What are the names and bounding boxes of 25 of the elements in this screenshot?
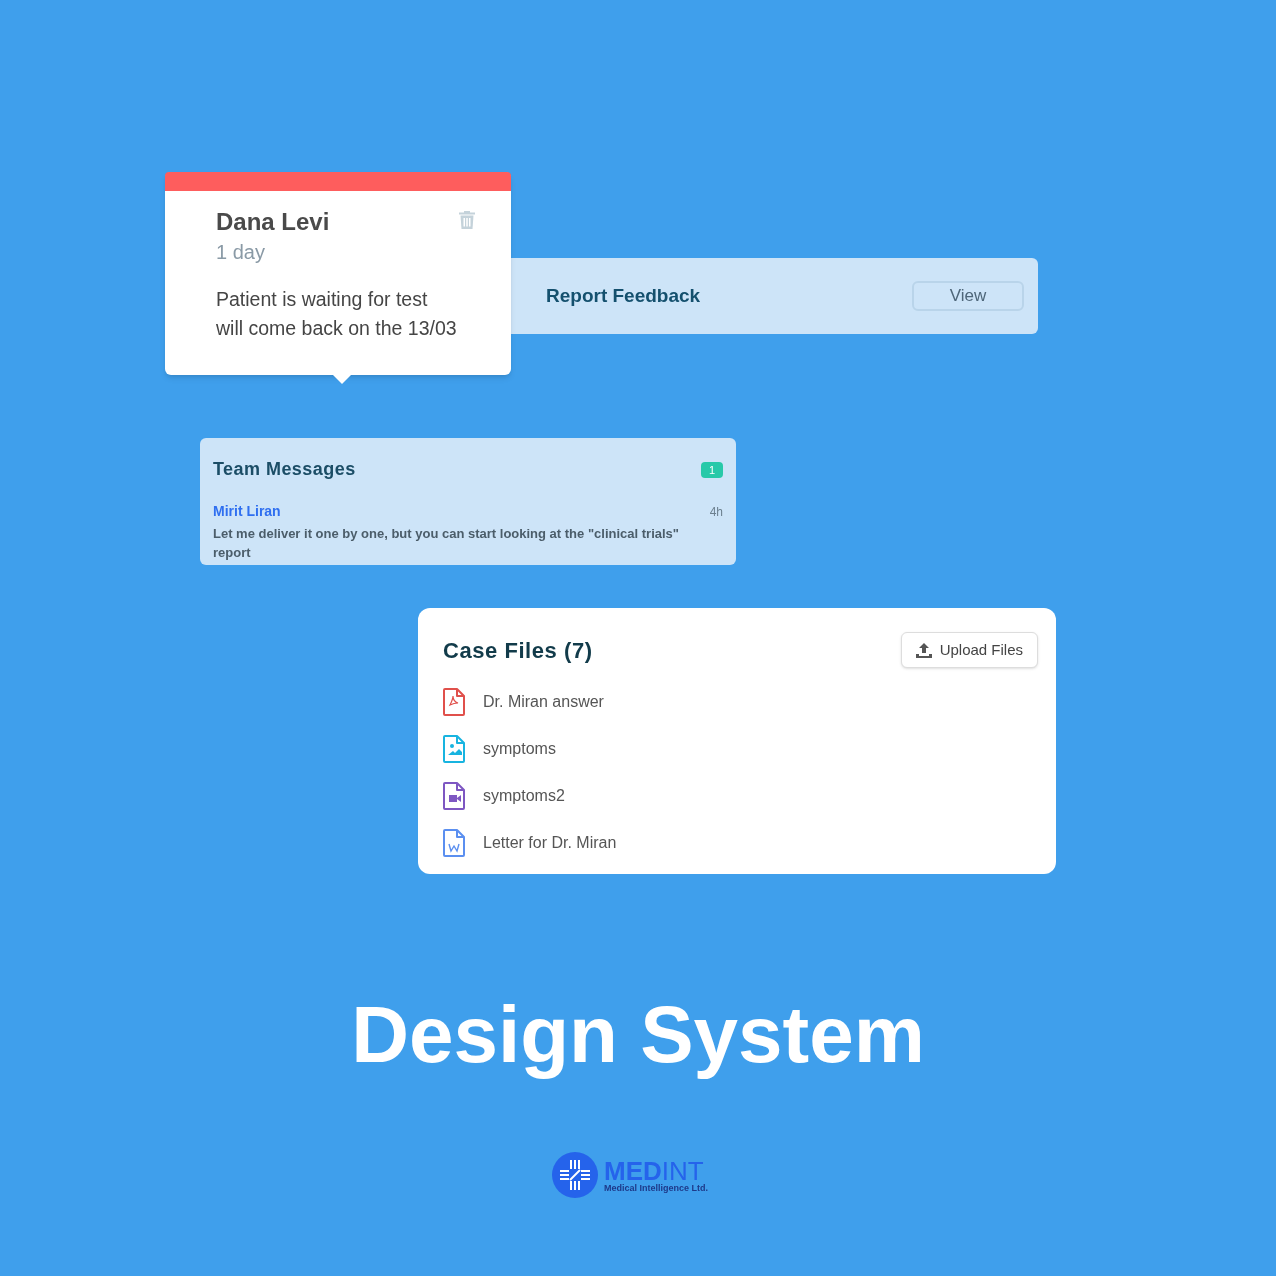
headline: Design System — [351, 989, 925, 1081]
case-files-title: Case Files (7) — [443, 636, 593, 665]
upload-icon — [915, 642, 932, 658]
message-time: 4h — [709, 503, 723, 521]
team-messages-title: Team Messages — [213, 458, 356, 481]
video-file-icon — [443, 782, 465, 810]
logo-wordmark: MEDINT — [604, 1157, 704, 1184]
delete-icon[interactable] — [459, 211, 475, 229]
unread-count: 1 — [700, 461, 723, 478]
pdf-file-icon — [443, 688, 465, 716]
view-button[interactable]: View — [912, 281, 1024, 311]
file-name[interactable]: symptoms — [483, 737, 556, 761]
report-title: Report Feedback — [546, 283, 701, 308]
note-age: 1 day — [216, 240, 266, 265]
logo-tagline: Medical Intelligence Ltd. — [604, 1183, 709, 1193]
image-file-icon — [443, 735, 465, 763]
file-name[interactable]: Dr. Miran answer — [483, 690, 604, 714]
logo-icon — [552, 1152, 598, 1198]
upload-files-button[interactable]: Upload Files — [900, 632, 1038, 668]
file-name[interactable]: symptoms2 — [483, 784, 565, 808]
word-file-icon — [443, 829, 465, 857]
note-author: Dana Levi — [216, 207, 330, 237]
message-text: Let me deliver it one by one, but you can start looking at the "clinical trials" report — [213, 525, 680, 562]
note-text: Patient is waiting for test will come back on the 13/03 — [215, 287, 458, 341]
file-name[interactable]: Letter for Dr. Miran — [483, 831, 617, 855]
